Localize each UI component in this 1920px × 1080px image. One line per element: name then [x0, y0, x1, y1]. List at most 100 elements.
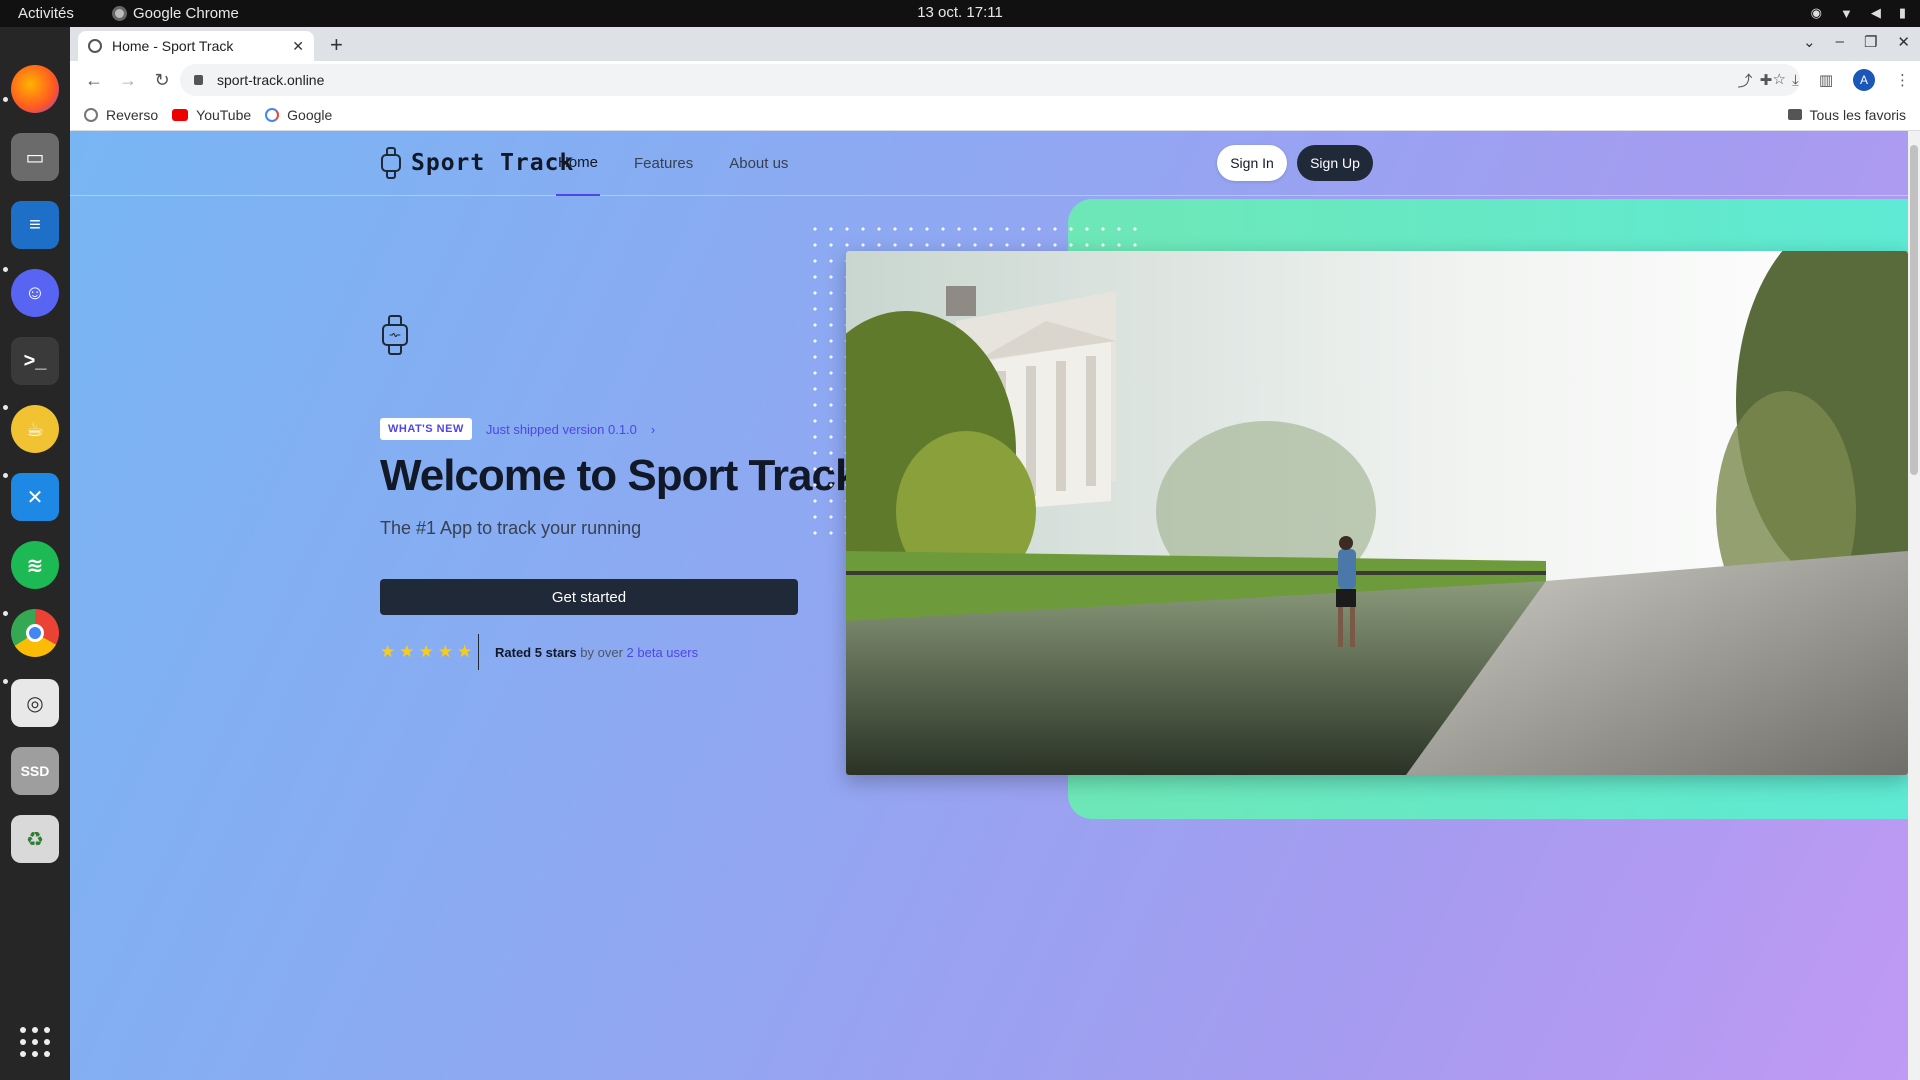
download-icon[interactable]: ⤓: [1792, 72, 1799, 89]
system-tray[interactable]: ◉ ▼ ◀ ▮: [1811, 5, 1906, 21]
scrollbar-thumb[interactable]: [1910, 145, 1918, 475]
all-bookmarks[interactable]: Tous les favoris: [1787, 106, 1906, 123]
chevron-right-icon: ›: [650, 421, 656, 437]
youtube-icon: [172, 108, 189, 121]
sign-in-button[interactable]: Sign In: [1217, 145, 1287, 181]
bookmark-reverso[interactable]: Reverso: [84, 107, 158, 123]
tab-title: Home - Sport Track: [112, 38, 234, 54]
clock[interactable]: 13 oct. 17:11: [0, 4, 1920, 21]
google-icon: [265, 107, 280, 122]
minimize-icon[interactable]: –: [1836, 33, 1844, 51]
restore-icon[interactable]: ❐: [1864, 33, 1877, 51]
bookmark-label: Reverso: [106, 106, 159, 123]
hero-image-runner-by-canal: [846, 251, 1908, 775]
nav-home[interactable]: Home: [556, 131, 601, 196]
new-tab-icon[interactable]: +: [330, 32, 343, 58]
navigation-bar: ← → ↻ sport-track.online ⤴ ☆ ✚ ⤓ ▥ A ⋮: [70, 61, 1920, 99]
running-indicator: [3, 97, 8, 102]
discord-tray-icon[interactable]: ◉: [1811, 5, 1822, 21]
bookmark-label: YouTube: [196, 106, 252, 123]
star-icon: ★: [437, 642, 453, 661]
web-page: Sport Track Home Features About us Sign …: [70, 131, 1908, 1080]
show-apps-icon[interactable]: [20, 1027, 50, 1057]
tab-search-icon[interactable]: ⌄: [1803, 33, 1816, 51]
bookmarks-bar: Reverso YouTube Google Tous les favoris: [70, 99, 1920, 131]
window-controls: ⌄ – ❐ ✕: [1803, 33, 1910, 51]
hero-headline: Welcome to Sport Track: [380, 451, 859, 500]
extensions-icon[interactable]: ✚: [1760, 71, 1773, 89]
brand-name: Sport Track: [411, 150, 575, 176]
shipped-link[interactable]: Just shipped version 0.1.0: [486, 422, 637, 437]
forward-icon[interactable]: →: [118, 70, 138, 91]
discord-icon[interactable]: ☺: [11, 269, 59, 317]
trash-icon[interactable]: ♻: [11, 815, 59, 863]
lock-icon[interactable]: [194, 75, 203, 85]
bookmark-google[interactable]: Google: [265, 107, 332, 123]
chrome-icon[interactable]: [11, 609, 59, 657]
system-top-bar: Activités Google Chrome 13 oct. 17:11 ◉ …: [0, 0, 1920, 27]
address-bar[interactable]: sport-track.online ⤴ ☆: [180, 64, 1800, 96]
get-started-button[interactable]: Get started: [380, 579, 798, 615]
site-header: Sport Track Home Features About us Sign …: [70, 131, 1908, 196]
url-text[interactable]: sport-track.online: [217, 72, 324, 88]
nav-features[interactable]: Features: [632, 131, 695, 196]
ssd-drive-icon[interactable]: SSD: [11, 747, 59, 795]
running-indicator: [3, 679, 8, 684]
wifi-icon[interactable]: ▼: [1840, 6, 1853, 21]
beta-users-link[interactable]: 2 beta users: [627, 645, 699, 660]
share-icon[interactable]: ⤴: [1738, 70, 1753, 91]
hero-subheadline: The #1 App to track your running: [380, 518, 642, 538]
smartwatch-icon: [381, 147, 401, 179]
writer-icon[interactable]: ≡: [11, 201, 59, 249]
star-rating: ★ ★ ★ ★ ★: [380, 642, 473, 662]
terminal-icon[interactable]: >_: [11, 337, 59, 385]
nav-about-us[interactable]: About us: [727, 131, 790, 196]
star-icon: ★: [380, 642, 396, 661]
spotify-icon[interactable]: ≋: [11, 541, 59, 589]
star-icon: ★: [418, 642, 434, 661]
whats-new-badge: WHAT'S NEW: [380, 418, 472, 440]
running-indicator: [3, 611, 8, 616]
browser-chrome: Home - Sport Track ✕ + ⌄ – ❐ ✕ ← → ↻ spo…: [70, 27, 1920, 131]
folder-icon: [1787, 109, 1802, 120]
bookmark-label: Google: [287, 106, 333, 123]
side-panel-icon[interactable]: ▥: [1819, 71, 1833, 89]
whats-new-banner[interactable]: WHAT'S NEW Just shipped version 0.1.0 ›: [380, 418, 655, 440]
sign-up-button[interactable]: Sign Up: [1297, 145, 1373, 181]
page-scrollbar[interactable]: [1908, 131, 1920, 1080]
hero-smartwatch-icon: [382, 315, 408, 355]
battery-icon[interactable]: ▮: [1899, 5, 1906, 21]
vscode-icon[interactable]: ✕: [11, 473, 59, 521]
brand-logo[interactable]: Sport Track: [381, 147, 574, 179]
divider: [478, 634, 479, 670]
profile-avatar[interactable]: A: [1853, 69, 1875, 91]
back-icon[interactable]: ←: [84, 70, 104, 91]
toolbar-actions: ✚ ⤓ ▥ A ⋮: [1760, 69, 1910, 91]
star-icon: ★: [457, 642, 473, 661]
running-indicator: [3, 267, 8, 272]
rated-label: Rated 5 stars: [495, 644, 577, 660]
files-icon[interactable]: ▭: [11, 133, 59, 181]
dock: ▭ ≡ ☺ >_ ☕ ✕ ≋ ◎ SSD ♻: [0, 27, 70, 1080]
all-bookmarks-label: Tous les favoris: [1809, 106, 1906, 123]
running-indicator: [3, 405, 8, 410]
close-window-icon[interactable]: ✕: [1897, 33, 1910, 51]
reload-icon[interactable]: ↻: [152, 70, 172, 91]
star-icon: ★: [399, 642, 415, 661]
volume-icon[interactable]: ◀: [1871, 5, 1881, 21]
bookmark-youtube[interactable]: YouTube: [172, 107, 251, 123]
reverso-icon: [84, 107, 98, 122]
teapot-app-icon[interactable]: ☕: [11, 405, 59, 453]
globe-icon: [88, 39, 102, 53]
tab-strip: Home - Sport Track ✕ + ⌄ – ❐ ✕: [70, 27, 1920, 61]
rating-text: Rated 5 stars by over 2 beta users: [495, 645, 698, 660]
by-over-label: by over: [580, 644, 623, 660]
firefox-icon[interactable]: [11, 65, 59, 113]
rating-block: ★ ★ ★ ★ ★ Rated 5 stars by over 2 beta u…: [380, 634, 698, 670]
document-viewer-icon[interactable]: ◎: [11, 679, 59, 727]
tab-home[interactable]: Home - Sport Track ✕: [78, 31, 314, 61]
menu-icon[interactable]: ⋮: [1895, 71, 1910, 89]
running-indicator: [3, 473, 8, 478]
close-tab-icon[interactable]: ✕: [292, 38, 304, 55]
main-nav: Home Features About us: [556, 131, 790, 196]
